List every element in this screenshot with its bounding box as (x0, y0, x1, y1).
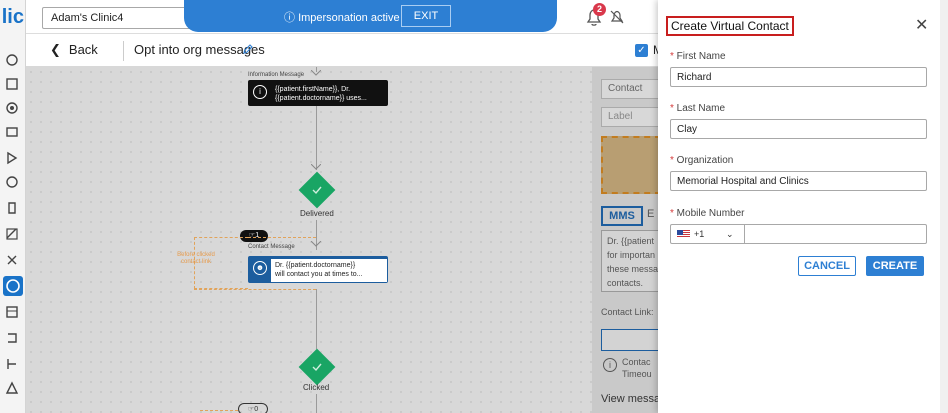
nav-item-7-icon[interactable] (4, 200, 20, 216)
us-flag-icon (677, 230, 690, 238)
edit-pencil-icon[interactable] (242, 43, 254, 55)
chevron-down-icon (311, 164, 321, 170)
notifications-button[interactable]: 2 (583, 3, 606, 28)
nav-item-9-icon[interactable] (4, 252, 20, 268)
first-name-label: * First Name (670, 51, 726, 62)
before-clicked-label: Before clicked contact link (177, 252, 215, 265)
contact-link-field[interactable] (601, 329, 661, 351)
contact-timeout-note: Contac Timeou (622, 357, 652, 379)
left-nav-rail: lic (0, 0, 26, 413)
view-messages-link[interactable]: View messa (601, 393, 660, 405)
before-clicked-branch-top (248, 237, 316, 238)
contact-field[interactable]: Contact (601, 79, 661, 99)
back-button[interactable]: ❮ Back (50, 42, 98, 58)
nav-item-3-icon[interactable] (4, 100, 20, 116)
divider (123, 41, 124, 61)
connector-line (316, 289, 317, 349)
nav-item-1-icon[interactable] (4, 52, 20, 68)
nav-item-2-icon[interactable] (4, 76, 20, 92)
clicks-count-pill-outline[interactable]: ☞0 (238, 403, 268, 413)
connector-line (316, 106, 317, 170)
nav-item-8-icon[interactable] (4, 226, 20, 242)
impersonation-text: ⓘ Impersonation active (284, 12, 400, 24)
message-line-3: these messa (607, 264, 659, 274)
info-message-line-1: {{patient.firstName}}, Dr. (275, 86, 351, 93)
check-icon (312, 363, 322, 372)
nav-item-4-icon[interactable] (4, 124, 20, 140)
organization-label: * Organization (670, 155, 734, 166)
chevron-left-icon: ❮ (50, 42, 61, 57)
notification-badge: 2 (593, 3, 606, 16)
nav-item-13-icon[interactable] (4, 356, 20, 372)
contact-link-label: Contact Link: (601, 307, 654, 317)
connector-line (316, 394, 317, 413)
chevron-down-icon: ⌄ (726, 229, 734, 239)
chevron-down-icon (311, 70, 321, 76)
do-not-disturb-icon[interactable] (608, 8, 626, 26)
info-icon: i (253, 85, 267, 99)
nav-item-flows-icon[interactable] (3, 276, 23, 296)
nav-item-5-icon[interactable] (4, 150, 20, 166)
close-icon[interactable]: ✕ (915, 18, 928, 34)
mobile-number-input[interactable] (747, 225, 925, 243)
create-virtual-contact-modal: Create Virtual Contact ✕ * First Name * … (658, 0, 940, 413)
message-line-4: contacts. (607, 278, 644, 288)
check-icon (312, 186, 322, 195)
media-dropzone[interactable] (601, 136, 661, 194)
mobile-number-label: * Mobile Number (670, 208, 745, 219)
mobile-number-field: +1 ⌄ (670, 224, 927, 244)
contact-message-line-1: Dr. {{patient.doctorname}} (275, 262, 356, 269)
page-scroll-edge (940, 0, 948, 413)
message-body-field[interactable]: Dr. {{patient for importan these messa c… (601, 230, 661, 292)
checkbox[interactable]: ✓ (635, 44, 648, 57)
impersonation-banner: ⓘ Impersonation active EXIT (184, 0, 557, 32)
chevron-down-icon (311, 241, 321, 247)
info-icon: i (603, 358, 617, 372)
label-field[interactable]: Label (601, 107, 661, 127)
country-code-value: +1 (694, 229, 705, 239)
last-name-field[interactable] (670, 119, 927, 139)
contact-message-caption: Contact Message (248, 244, 295, 250)
app-logo: lic (1, 6, 24, 28)
clinic-select[interactable]: Adam's Clinic4 ⌄ (42, 7, 206, 29)
delivered-label: Delivered (300, 209, 334, 218)
first-name-field[interactable] (670, 67, 927, 87)
node-settings-panel: Contact Label MMS E Dr. {{patient for im… (592, 67, 661, 413)
back-label: Back (68, 42, 98, 57)
info-message-line-2: {{patient.doctorname}} uses... (275, 95, 367, 102)
contact-card-icon: ☻ (253, 261, 267, 275)
clinic-select-value: Adam's Clinic4 (51, 12, 124, 24)
nav-item-12-icon[interactable] (4, 330, 20, 346)
cancel-button[interactable]: CANCEL (798, 256, 856, 276)
modal-title: Create Virtual Contact (666, 16, 794, 36)
message-line-1: Dr. {{patient (607, 236, 655, 246)
tab-mms[interactable]: MMS (601, 206, 643, 226)
country-code-select[interactable]: +1 ⌄ (671, 225, 745, 243)
exit-impersonation-button[interactable]: EXIT (401, 5, 451, 27)
tab-email[interactable]: E (647, 208, 654, 220)
organization-field[interactable] (670, 171, 927, 191)
info-message-node[interactable]: i {{patient.firstName}}, Dr. {{patient.d… (248, 80, 388, 106)
nav-item-11-icon[interactable] (4, 304, 20, 320)
create-button[interactable]: CREATE (866, 256, 924, 276)
contact-message-node[interactable]: ☻ Dr. {{patient.doctorname}} will contac… (248, 256, 388, 283)
branch-line (200, 410, 238, 411)
clicked-label: Clicked (303, 383, 330, 392)
contact-message-line-2: will contact you at times to... (275, 271, 363, 278)
nav-item-6-icon[interactable] (4, 174, 20, 190)
nav-item-14-icon[interactable] (4, 380, 20, 396)
info-message-caption: Information Message (248, 72, 305, 78)
message-line-2: for importan (607, 250, 656, 260)
flow-canvas[interactable]: Information Message i {{patient.firstNam… (26, 67, 592, 413)
last-name-label: * Last Name (670, 103, 726, 114)
before-clicked-branch-bottom (194, 289, 316, 290)
